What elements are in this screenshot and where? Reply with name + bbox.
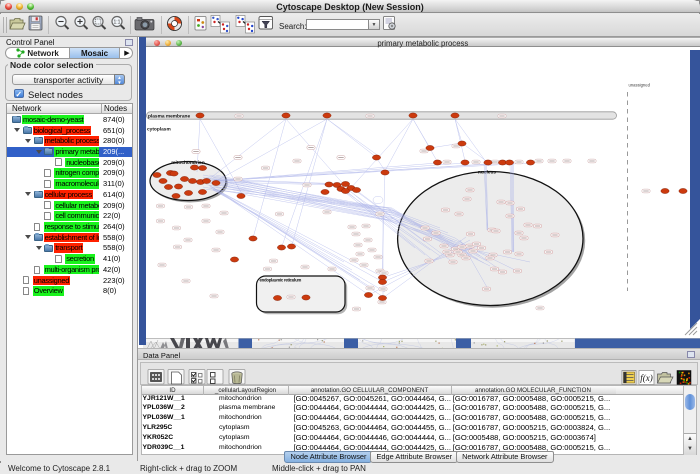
svg-text:unassigned: unassigned xyxy=(629,83,651,88)
svg-text:mitochondrion: mitochondrion xyxy=(171,160,205,166)
svg-text:plasma membrane: plasma membrane xyxy=(148,113,190,119)
svg-text:f(x): f(x) xyxy=(640,373,653,383)
svg-text:cytoplasm: cytoplasm xyxy=(147,127,171,133)
svg-text:nucleus: nucleus xyxy=(478,170,496,176)
svg-text:1:1: 1:1 xyxy=(114,20,121,26)
svg-text:endoplasmic reticulum: endoplasmic reticulum xyxy=(260,277,302,282)
